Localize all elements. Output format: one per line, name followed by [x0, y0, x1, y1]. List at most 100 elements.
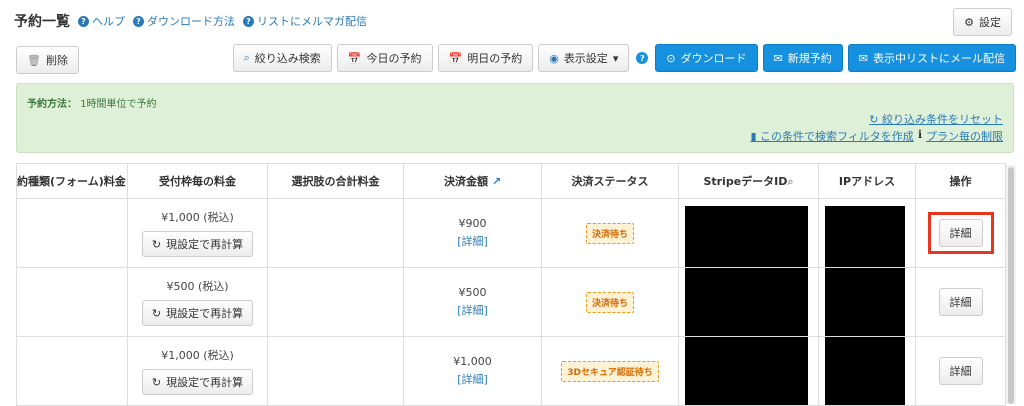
actions-cell: 詳細 — [915, 198, 1006, 268]
payment-amount: ¥900 — [458, 217, 487, 230]
payment-amount-cell: ¥1,000 [詳細] — [403, 336, 542, 406]
trash-icon: 🗑 — [27, 53, 41, 67]
page-title: 予約一覧 — [14, 14, 70, 30]
scrollbar[interactable] — [1006, 165, 1016, 404]
ip-address-cell — [818, 198, 916, 268]
payment-detail-link[interactable]: [詳細] — [404, 233, 541, 249]
plan-limit-link[interactable]: プラン毎の制限 — [926, 128, 1003, 144]
payment-detail-link[interactable]: [詳細] — [404, 302, 541, 318]
stripe-id-cell — [678, 267, 819, 337]
stripe-id-cell — [678, 336, 819, 406]
table-row: ¥1,000 (税込) ↻ 現設定で再計算 ¥900 [詳細] 決済待ち 詳細 — [16, 198, 1006, 268]
today-button[interactable]: 📅 今日の予約 — [336, 44, 433, 72]
payment-status-cell: 決済待ち — [541, 198, 679, 268]
highlight-box: 詳細 — [927, 212, 994, 254]
payment-status-cell: 3Dセキュア認証待ち — [541, 336, 679, 406]
slot-price-cell: ¥1,000 (税込) ↻ 現設定で再計算 — [127, 336, 268, 406]
status-badge: 決済待ち — [585, 222, 634, 244]
reset-filter-link[interactable]: ↻ 絞り込み条件をリセット — [869, 111, 1003, 127]
mailmag-link[interactable]: ? リストにメルマガ配信 — [243, 13, 367, 29]
caret-down-icon: ▾ — [612, 51, 619, 65]
search-icon[interactable]: ⌕ — [787, 175, 793, 188]
slot-price-cell: ¥500 (税込) ↻ 現設定で再計算 — [127, 267, 268, 337]
table-row: ¥500 (税込) ↻ 現設定で再計算 ¥500 [詳細] 決済待ち 詳細 — [16, 267, 1006, 337]
search-icon: ⌕ — [243, 51, 250, 64]
eye-icon: ◉ — [549, 51, 559, 65]
title-row: 予約一覧 ? ヘルプ ? ダウンロード方法 ? リストにメルマガ配信 — [14, 10, 367, 32]
table-header: 約種類(フォーム)料金 受付枠毎の料金 選択肢の合計料金 決済金額 ↗ 決済ステ… — [16, 163, 1006, 199]
download-button[interactable]: ⊙ ダウンロード — [655, 44, 758, 72]
help-link[interactable]: ? ヘルプ — [78, 13, 125, 29]
redacted-block — [685, 337, 808, 405]
slot-price: ¥1,000 (税込) — [161, 349, 234, 362]
gear-icon: ⚙ — [964, 15, 974, 29]
reservation-method: 予約方法： 1時間単位で予約 — [27, 99, 157, 110]
header-option-total[interactable]: 選択肢の合計料金 — [267, 163, 404, 199]
header-slot-price[interactable]: 受付枠毎の料金 — [127, 163, 268, 199]
slot-price: ¥1,000 (税込) — [161, 211, 234, 224]
calendar-icon: 📅 — [448, 51, 463, 65]
filter-row: ▮ この条件で検索フィルタを作成 ℹ プラン毎の制限 — [750, 128, 1003, 144]
header-ip-address[interactable]: IPアドレス — [818, 163, 916, 199]
header-stripe-id[interactable]: StripeデータID⌕ — [678, 163, 819, 199]
header-actions: 操作 — [915, 163, 1006, 199]
table-row: ¥1,000 (税込) ↻ 現設定で再計算 ¥1,000 [詳細] 3Dセキュア認… — [16, 336, 1006, 406]
tomorrow-button[interactable]: 📅 明日の予約 — [437, 44, 534, 72]
detail-button[interactable]: 詳細 — [938, 357, 983, 385]
payment-amount-cell: ¥900 [詳細] — [403, 198, 542, 268]
status-badge: 決済待ち — [585, 291, 634, 313]
ip-address-cell — [818, 336, 916, 406]
refresh-icon: ↻ — [151, 306, 162, 320]
ip-address-cell — [818, 267, 916, 337]
question-icon[interactable]: ? — [636, 52, 649, 64]
envelope-icon: ✉ — [773, 51, 783, 65]
option-total-cell — [267, 267, 404, 337]
external-link-icon[interactable]: ↗ — [492, 175, 501, 188]
bookmark-icon: ▮ — [750, 130, 757, 143]
redacted-block — [685, 206, 808, 267]
form-price-cell — [16, 198, 128, 268]
form-price-cell — [16, 336, 128, 406]
actions-cell: 詳細 — [915, 267, 1006, 337]
slot-price-cell: ¥1,000 (税込) ↻ 現設定で再計算 — [127, 198, 268, 268]
redacted-block — [825, 206, 905, 267]
option-total-cell — [267, 336, 404, 406]
header-payment-amount[interactable]: 決済金額 ↗ — [403, 163, 542, 199]
slot-price: ¥500 (税込) — [166, 280, 229, 293]
refresh-icon: ↻ — [869, 113, 879, 126]
detail-button[interactable]: 詳細 — [938, 219, 983, 247]
actions-cell: 詳細 — [915, 336, 1006, 406]
toolbar: ⌕ 絞り込み検索 📅 今日の予約 📅 明日の予約 ◉ 表示設定 ▾ ? ⊙ ダウンロード ✉… — [232, 44, 1016, 72]
redacted-block — [685, 268, 808, 336]
settings-button[interactable]: ⚙ 設定 — [953, 8, 1012, 36]
stripe-id-cell — [678, 198, 819, 268]
reservations-table: 約種類(フォーム)料金 受付枠毎の料金 選択肢の合計料金 決済金額 ↗ 決済ステ… — [16, 163, 1006, 406]
scrollbar-thumb[interactable] — [1008, 167, 1014, 404]
create-filter-link[interactable]: ▮ この条件で検索フィルタを作成 — [750, 128, 913, 144]
info-icon: ℹ — [917, 128, 922, 141]
question-icon: ? — [133, 15, 144, 27]
refresh-icon: ↻ — [151, 375, 162, 389]
redacted-block — [825, 337, 905, 405]
new-reservation-button[interactable]: ✉ 新規予約 — [762, 44, 843, 72]
payment-amount-cell: ¥500 [詳細] — [403, 267, 542, 337]
recalculate-button[interactable]: ↻ 現設定で再計算 — [141, 300, 254, 326]
header-form-price[interactable]: 約種類(フォーム)料金 — [16, 163, 128, 199]
question-icon: ? — [243, 15, 254, 27]
refresh-icon: ↻ — [151, 237, 162, 251]
display-settings-button[interactable]: ◉ 表示設定 ▾ — [538, 44, 630, 72]
option-total-cell — [267, 198, 404, 268]
recalculate-button[interactable]: ↻ 現設定で再計算 — [141, 231, 254, 257]
payment-detail-link[interactable]: [詳細] — [404, 371, 541, 387]
payment-amount: ¥1,000 — [453, 355, 492, 368]
download-method-link[interactable]: ? ダウンロード方法 — [133, 13, 235, 29]
calendar-icon: 📅 — [347, 51, 362, 65]
header-payment-status[interactable]: 決済ステータス — [541, 163, 679, 199]
redacted-block — [825, 268, 905, 336]
mail-list-button[interactable]: ✉ 表示中リストにメール配信 — [847, 44, 1016, 72]
form-price-cell — [16, 267, 128, 337]
recalculate-button[interactable]: ↻ 現設定で再計算 — [141, 369, 254, 395]
filter-search-button[interactable]: ⌕ 絞り込み検索 — [232, 44, 332, 72]
detail-button[interactable]: 詳細 — [938, 288, 983, 316]
delete-button[interactable]: 🗑 削除 — [16, 46, 79, 74]
